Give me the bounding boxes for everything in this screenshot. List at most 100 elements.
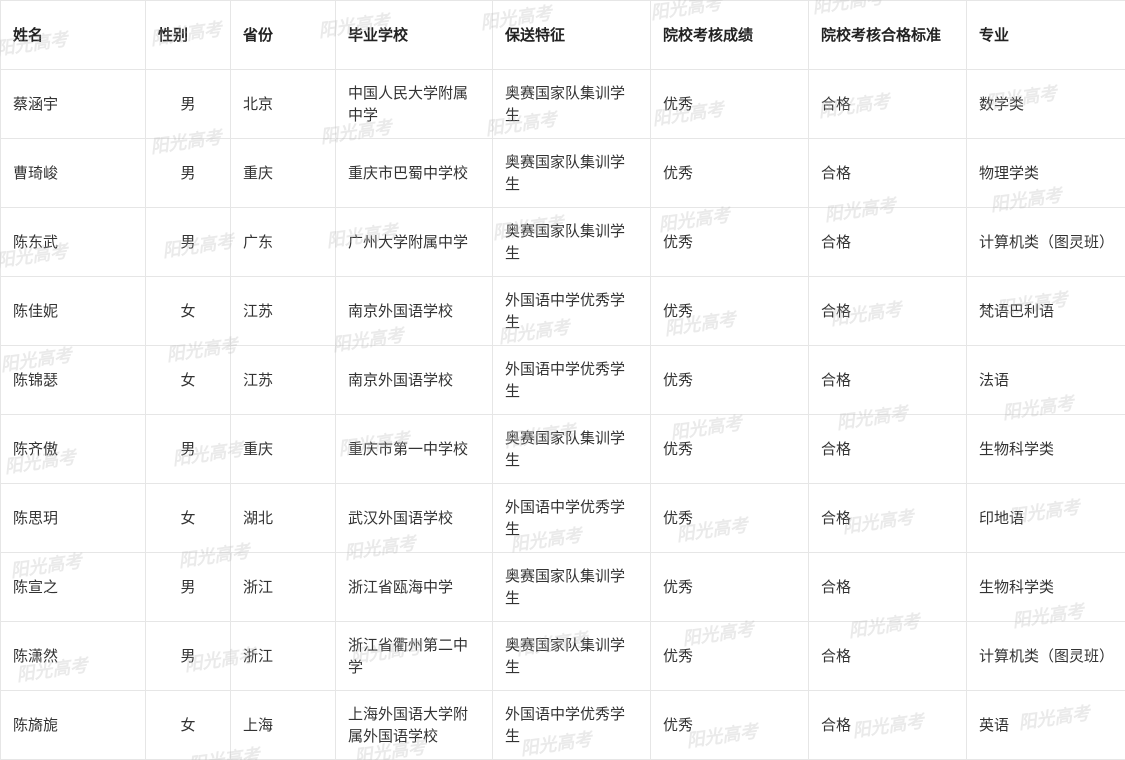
cell-standard: 合格	[808, 138, 967, 208]
cell-gender: 女	[145, 345, 231, 415]
table-row: 陈东武 男 广东 广州大学附属中学 奥赛国家队集训学生 优秀 合格 计算机类（图…	[0, 207, 1125, 277]
header-feature: 保送特征	[492, 0, 651, 70]
cell-province: 浙江	[230, 621, 336, 691]
header-province: 省份	[230, 0, 336, 70]
cell-major: 数学类	[966, 69, 1125, 139]
cell-feature: 外国语中学优秀学生	[492, 276, 651, 346]
cell-province: 江苏	[230, 345, 336, 415]
table-row: 陈锦瑟 女 江苏 南京外国语学校 外国语中学优秀学生 优秀 合格 法语	[0, 345, 1125, 415]
cell-feature: 奥赛国家队集训学生	[492, 552, 651, 622]
cell-school: 重庆市第一中学校	[335, 414, 493, 484]
cell-name: 陈锦瑟	[0, 345, 146, 415]
cell-name: 陈齐傲	[0, 414, 146, 484]
cell-school: 重庆市巴蜀中学校	[335, 138, 493, 208]
header-major: 专业	[966, 0, 1125, 70]
cell-standard: 合格	[808, 414, 967, 484]
cell-gender: 男	[145, 414, 231, 484]
cell-feature: 外国语中学优秀学生	[492, 345, 651, 415]
admissions-table: 姓名 性别 省份 毕业学校 保送特征 院校考核成绩 院校考核合格标准 专业 蔡涵…	[0, 0, 1125, 760]
cell-feature: 奥赛国家队集训学生	[492, 207, 651, 277]
cell-gender: 男	[145, 552, 231, 622]
cell-name: 陈东武	[0, 207, 146, 277]
cell-gender: 男	[145, 207, 231, 277]
cell-school: 武汉外国语学校	[335, 483, 493, 553]
cell-feature: 外国语中学优秀学生	[492, 483, 651, 553]
cell-score: 优秀	[650, 276, 809, 346]
cell-major: 物理学类	[966, 138, 1125, 208]
cell-standard: 合格	[808, 69, 967, 139]
cell-major: 法语	[966, 345, 1125, 415]
cell-gender: 女	[145, 690, 231, 760]
cell-name: 陈旖旎	[0, 690, 146, 760]
cell-name: 蔡涵宇	[0, 69, 146, 139]
cell-school: 南京外国语学校	[335, 345, 493, 415]
cell-feature: 奥赛国家队集训学生	[492, 69, 651, 139]
cell-standard: 合格	[808, 690, 967, 760]
cell-score: 优秀	[650, 69, 809, 139]
cell-standard: 合格	[808, 552, 967, 622]
cell-school: 广州大学附属中学	[335, 207, 493, 277]
cell-major: 计算机类（图灵班）	[966, 207, 1125, 277]
cell-province: 浙江	[230, 552, 336, 622]
header-score: 院校考核成绩	[650, 0, 809, 70]
table-row: 陈佳妮 女 江苏 南京外国语学校 外国语中学优秀学生 优秀 合格 梵语巴利语	[0, 276, 1125, 346]
cell-gender: 男	[145, 69, 231, 139]
cell-name: 陈潇然	[0, 621, 146, 691]
table-row: 陈思玥 女 湖北 武汉外国语学校 外国语中学优秀学生 优秀 合格 印地语	[0, 483, 1125, 553]
cell-score: 优秀	[650, 138, 809, 208]
table-row: 陈潇然 男 浙江 浙江省衢州第二中学 奥赛国家队集训学生 优秀 合格 计算机类（…	[0, 621, 1125, 691]
cell-province: 广东	[230, 207, 336, 277]
cell-province: 北京	[230, 69, 336, 139]
cell-gender: 女	[145, 276, 231, 346]
cell-feature: 奥赛国家队集训学生	[492, 138, 651, 208]
cell-standard: 合格	[808, 276, 967, 346]
table-row: 蔡涵宇 男 北京 中国人民大学附属中学 奥赛国家队集训学生 优秀 合格 数学类	[0, 69, 1125, 139]
cell-name: 陈思玥	[0, 483, 146, 553]
cell-feature: 外国语中学优秀学生	[492, 690, 651, 760]
cell-feature: 奥赛国家队集训学生	[492, 414, 651, 484]
cell-major: 梵语巴利语	[966, 276, 1125, 346]
cell-standard: 合格	[808, 621, 967, 691]
cell-score: 优秀	[650, 552, 809, 622]
table-row: 陈齐傲 男 重庆 重庆市第一中学校 奥赛国家队集训学生 优秀 合格 生物科学类	[0, 414, 1125, 484]
header-standard: 院校考核合格标准	[808, 0, 967, 70]
cell-province: 江苏	[230, 276, 336, 346]
table-row: 陈旖旎 女 上海 上海外国语大学附属外国语学校 外国语中学优秀学生 优秀 合格 …	[0, 690, 1125, 760]
cell-province: 上海	[230, 690, 336, 760]
cell-name: 曹琦峻	[0, 138, 146, 208]
cell-score: 优秀	[650, 621, 809, 691]
cell-province: 重庆	[230, 414, 336, 484]
cell-score: 优秀	[650, 690, 809, 760]
cell-feature: 奥赛国家队集训学生	[492, 621, 651, 691]
cell-school: 上海外国语大学附属外国语学校	[335, 690, 493, 760]
cell-school: 浙江省衢州第二中学	[335, 621, 493, 691]
cell-major: 计算机类（图灵班）	[966, 621, 1125, 691]
cell-standard: 合格	[808, 345, 967, 415]
header-school: 毕业学校	[335, 0, 493, 70]
cell-gender: 女	[145, 483, 231, 553]
cell-major: 生物科学类	[966, 552, 1125, 622]
table-header-row: 姓名 性别 省份 毕业学校 保送特征 院校考核成绩 院校考核合格标准 专业	[0, 0, 1125, 70]
cell-school: 中国人民大学附属中学	[335, 69, 493, 139]
table-row: 陈宣之 男 浙江 浙江省瓯海中学 奥赛国家队集训学生 优秀 合格 生物科学类	[0, 552, 1125, 622]
cell-province: 重庆	[230, 138, 336, 208]
cell-name: 陈宣之	[0, 552, 146, 622]
cell-score: 优秀	[650, 207, 809, 277]
cell-name: 陈佳妮	[0, 276, 146, 346]
table-row: 曹琦峻 男 重庆 重庆市巴蜀中学校 奥赛国家队集训学生 优秀 合格 物理学类	[0, 138, 1125, 208]
cell-province: 湖北	[230, 483, 336, 553]
header-name: 姓名	[0, 0, 146, 70]
cell-school: 浙江省瓯海中学	[335, 552, 493, 622]
cell-score: 优秀	[650, 483, 809, 553]
cell-school: 南京外国语学校	[335, 276, 493, 346]
cell-score: 优秀	[650, 345, 809, 415]
cell-standard: 合格	[808, 207, 967, 277]
cell-gender: 男	[145, 621, 231, 691]
cell-standard: 合格	[808, 483, 967, 553]
header-gender: 性别	[145, 0, 231, 70]
cell-gender: 男	[145, 138, 231, 208]
cell-score: 优秀	[650, 414, 809, 484]
cell-major: 生物科学类	[966, 414, 1125, 484]
cell-major: 英语	[966, 690, 1125, 760]
cell-major: 印地语	[966, 483, 1125, 553]
